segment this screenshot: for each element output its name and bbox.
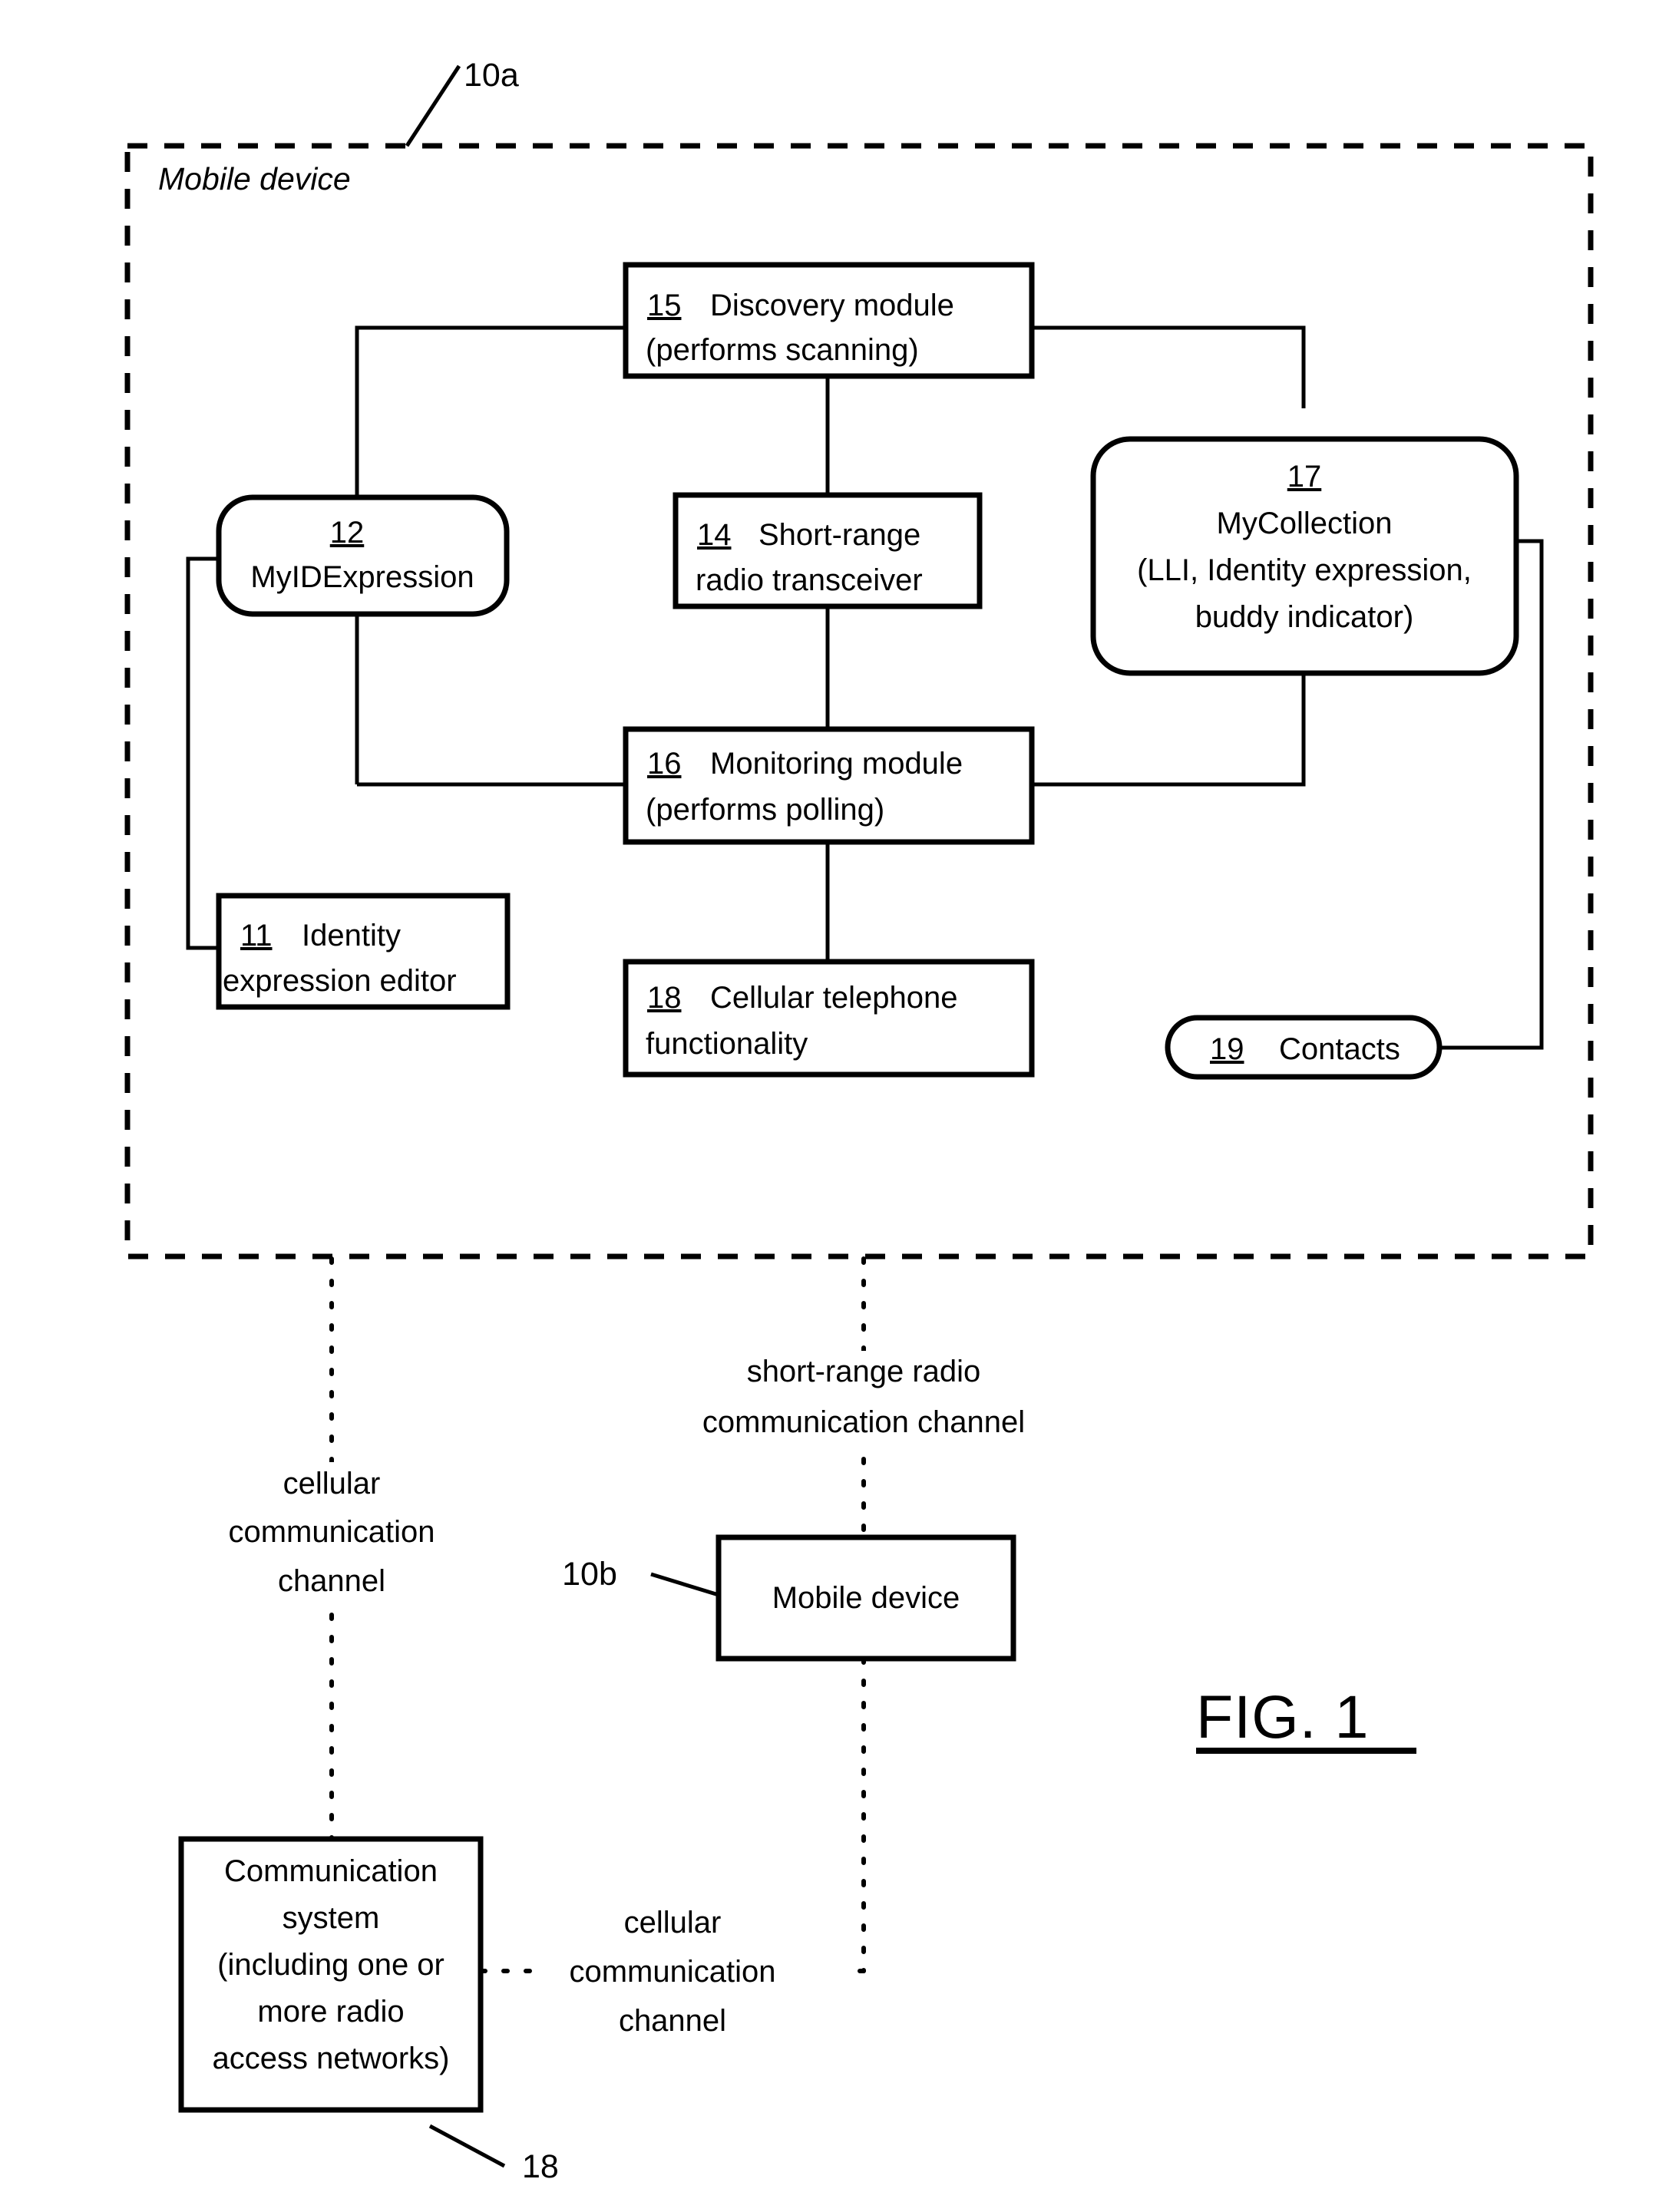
connector-discovery-mycollection (1032, 325, 1306, 408)
block-identity-expression-editor-line1: Identity (302, 919, 401, 952)
block-discovery-module-line2: (performs scanning) (646, 333, 919, 367)
callout-10a: 10a (464, 57, 519, 94)
callout-leader-18 (428, 2124, 506, 2168)
block-cellular-telephone-functionality-line1: Cellular telephone (710, 981, 957, 1015)
block-monitoring-module-line2: (performs polling) (646, 793, 884, 827)
block-myidexpression-ref: 12 (330, 516, 365, 550)
channel-short-range-line2: communication channel (702, 1405, 1025, 1439)
figure-label-text: FIG. 1 (1196, 1682, 1370, 1751)
block-myidexpression[interactable]: 12 MyIDExpression (216, 494, 510, 617)
block-discovery-module-ref: 15 (647, 289, 682, 322)
block-myidexpression-rect (216, 494, 510, 617)
channel-cellular-left-line1: cellular (283, 1467, 381, 1501)
mobile-device-frame-label: Mobile device (158, 161, 351, 196)
block-identity-expression-editor-line2: expression editor (223, 964, 457, 998)
block-identity-expression-editor-ref: 11 (240, 919, 273, 952)
block-communication-system-line5: access networks) (213, 2042, 450, 2075)
block-cellular-telephone-functionality-ref: 18 (647, 981, 682, 1015)
block-contacts[interactable]: 19 Contacts (1165, 1015, 1443, 1080)
patent-figure: 10a Mobile device 15 Discovery module (p… (0, 0, 1659, 2212)
callout-leader-10a (405, 64, 461, 147)
block-contacts-ref: 19 (1210, 1032, 1244, 1066)
block-identity-expression-editor[interactable]: 11 Identity expression editor (216, 893, 511, 1010)
channel-cellular-bottom-line3: channel (619, 2004, 726, 2038)
block-mycollection-line1: MyCollection (1217, 507, 1393, 540)
block-communication-system-line2: system (283, 1901, 380, 1935)
block-myidexpression-line1: MyIDExpression (250, 560, 474, 594)
block-short-range-radio-transceiver[interactable]: 14 Short-range radio transceiver (673, 492, 983, 609)
block-mycollection[interactable]: 17 MyCollection (LLI, Identity expressio… (1090, 436, 1519, 676)
block-mobile-device-b-line1: Mobile device (772, 1581, 960, 1615)
block-mycollection-line2: (LLI, Identity expression, (1137, 553, 1472, 587)
figure-label: FIG. 1 (1196, 1682, 1416, 1754)
block-mobile-device-b[interactable]: Mobile device (715, 1534, 1016, 1662)
block-short-range-radio-transceiver-ref: 14 (697, 518, 732, 552)
block-monitoring-module[interactable]: 16 Monitoring module (performs polling) (623, 726, 1035, 845)
block-communication-system-line3: (including one or (217, 1948, 444, 1982)
channel-cellular-left-line2: communication (228, 1515, 435, 1549)
callout-18: 18 (522, 2148, 559, 2185)
block-cellular-telephone-functionality-line2: functionality (646, 1027, 808, 1061)
block-communication-system-line4: more radio (257, 1995, 404, 2029)
block-cellular-telephone-functionality[interactable]: 18 Cellular telephone functionality (623, 959, 1035, 1078)
block-mycollection-ref: 17 (1287, 460, 1322, 494)
block-contacts-line1: Contacts (1279, 1032, 1400, 1066)
channel-cellular-bottom-line2: communication (569, 1955, 775, 1989)
block-short-range-radio-transceiver-line1: Short-range (758, 518, 920, 552)
block-monitoring-module-line1: Monitoring module (710, 747, 963, 781)
channel-short-range-line1: short-range radio (747, 1355, 981, 1388)
block-short-range-radio-transceiver-line2: radio transceiver (696, 563, 923, 597)
channel-cellular-left-line3: channel (278, 1564, 385, 1598)
connector-myid-editor (186, 556, 219, 950)
channel-cellular-bottom-line1: cellular (624, 1906, 722, 1940)
block-discovery-module[interactable]: 15 Discovery module (performs scanning) (623, 262, 1035, 379)
block-communication-system-line1: Communication (224, 1854, 438, 1888)
callout-leader-10b (650, 1572, 719, 1597)
callout-10b: 10b (562, 1556, 617, 1593)
block-mycollection-line3: buddy indicator) (1195, 600, 1414, 634)
block-discovery-module-line1: Discovery module (710, 289, 954, 322)
block-monitoring-module-ref: 16 (647, 747, 682, 781)
connector-monitoring-mycollection (1032, 673, 1306, 787)
block-communication-system[interactable]: Communication system (including one or m… (178, 1836, 484, 2113)
